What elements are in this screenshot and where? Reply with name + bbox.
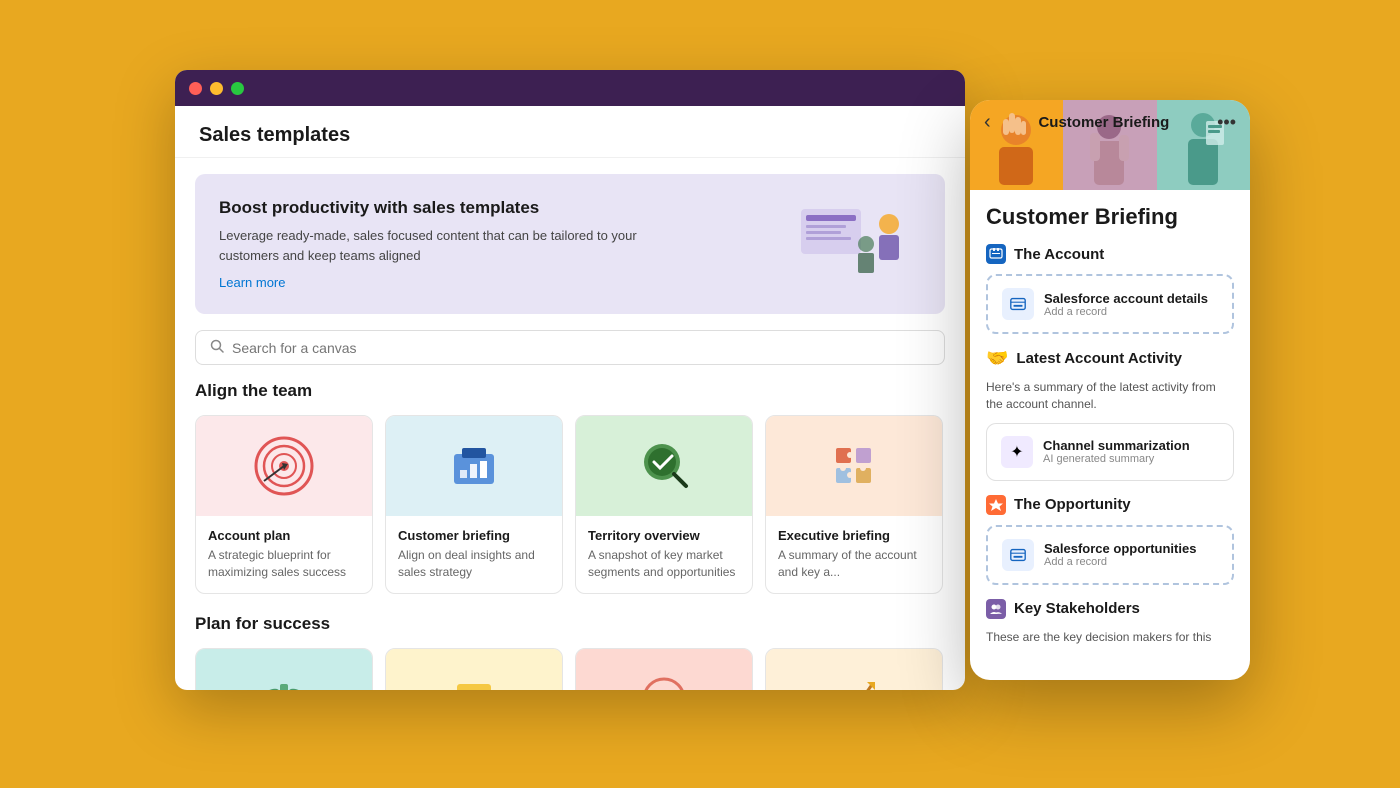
align-cards-grid: Account plan A strategic blueprint for m… [175,415,965,594]
salesforce-opp-text: Salesforce opportunities Add a record [1044,541,1196,568]
template-card-customer-briefing[interactable]: Customer briefing Align on deal insights… [385,415,563,594]
plan-card-2[interactable] [385,648,563,690]
learn-more-link[interactable]: Learn more [219,275,639,290]
close-button[interactable] [189,82,202,95]
salesforce-opp-title: Salesforce opportunities [1044,541,1196,556]
panel-header-wrapper: ‹ Customer Briefing ••• [970,100,1250,190]
salesforce-account-sub: Add a record [1044,306,1208,318]
salesforce-account-text: Salesforce account details Add a record [1044,291,1208,318]
opportunity-icon [986,495,1006,515]
maximize-button[interactable] [231,82,244,95]
salesforce-account-icon [1002,288,1034,320]
template-card-territory[interactable]: Territory overview A snapshot of key mar… [575,415,753,594]
latest-activity-header: 🤝 Latest Account Activity [986,348,1234,369]
card-image-territory [576,416,752,516]
the-account-title: The Account [1014,246,1104,263]
card-body-account-plan: Account plan A strategic blueprint for m… [196,516,372,593]
the-account-section-header: The Account [986,244,1234,264]
handshake-icon: 🤝 [986,348,1008,369]
opportunity-title: The Opportunity [1014,496,1131,513]
window-title: Sales templates [199,124,350,146]
card-image-customer-briefing [386,416,562,516]
panel-header-title: Customer Briefing [1038,114,1169,131]
channel-summarization-card[interactable]: ✦ Channel summarization AI generated sum… [986,423,1234,481]
hero-illustration [791,199,921,289]
search-bar[interactable] [195,330,945,365]
plan-cards-grid [175,648,965,690]
channel-text: Channel summarization AI generated summa… [1043,438,1190,465]
plan-card-image-1 [196,649,372,690]
plan-card-image-4 [766,649,942,690]
salesforce-opp-icon [1002,539,1034,571]
channel-sub: AI generated summary [1043,453,1190,465]
panel-more-button[interactable]: ••• [1217,112,1236,133]
salesforce-opp-sub: Add a record [1044,556,1196,568]
card-body-executive: Executive briefing A summary of the acco… [766,516,942,593]
plan-card-4[interactable] [765,648,943,690]
hero-text: Boost productivity with sales templates … [219,198,639,290]
key-stakeholders-desc: These are the key decision makers for th… [986,629,1234,646]
hero-heading: Boost productivity with sales templates [219,198,639,218]
channel-title: Channel summarization [1043,438,1190,453]
search-input[interactable] [232,340,930,356]
mobile-panel: ‹ Customer Briefing ••• Customer Briefin… [970,100,1250,680]
opportunity-section-header: The Opportunity [986,495,1234,515]
salesforce-account-title: Salesforce account details [1044,291,1208,306]
panel-back-button[interactable]: ‹ [984,111,991,134]
search-icon [210,339,224,356]
card-title-executive: Executive briefing [778,528,930,543]
plan-section-heading: Plan for success [175,614,965,634]
key-stakeholders-section: Key Stakeholders These are the key decis… [986,599,1234,646]
card-desc-customer-briefing: Align on deal insights and sales strateg… [398,547,550,581]
latest-activity-title: Latest Account Activity [1016,350,1182,367]
card-body-customer-briefing: Customer briefing Align on deal insights… [386,516,562,593]
card-desc-account-plan: A strategic blueprint for maximizing sal… [208,547,360,581]
minimize-button[interactable] [210,82,223,95]
hero-description: Leverage ready-made, sales focused conte… [219,226,639,265]
window-titlebar [175,70,965,106]
channel-icon: ✦ [1001,436,1033,468]
card-image-account-plan [196,416,372,516]
card-title-customer-briefing: Customer briefing [398,528,550,543]
panel-topbar: ‹ Customer Briefing ••• [970,100,1250,144]
card-desc-territory: A snapshot of key market segments and op… [588,547,740,581]
card-title-territory: Territory overview [588,528,740,543]
card-body-territory: Territory overview A snapshot of key mar… [576,516,752,593]
key-stakeholders-title: Key Stakeholders [1014,600,1140,617]
template-card-executive[interactable]: Executive briefing A summary of the acco… [765,415,943,594]
window-content: Sales templates Boost productivity with … [175,106,965,690]
salesforce-account-card[interactable]: Salesforce account details Add a record [986,274,1234,334]
plan-card-1[interactable] [195,648,373,690]
key-stakeholders-header: Key Stakeholders [986,599,1234,619]
template-card-account-plan[interactable]: Account plan A strategic blueprint for m… [195,415,373,594]
card-title-account-plan: Account plan [208,528,360,543]
panel-main-title: Customer Briefing [986,204,1234,230]
plan-card-3[interactable] [575,648,753,690]
latest-activity-desc: Here's a summary of the latest activity … [986,379,1234,413]
latest-activity-section: 🤝 Latest Account Activity Here's a summa… [986,348,1234,481]
desktop-window: Sales templates Boost productivity with … [175,70,965,690]
plan-card-image-2 [386,649,562,690]
stakeholders-icon [986,599,1006,619]
plan-card-image-3 [576,649,752,690]
card-desc-executive: A summary of the account and key a... [778,547,930,581]
opportunity-section: The Opportunity Salesforce opportunities… [986,495,1234,585]
hero-banner: Boost productivity with sales templates … [195,174,945,314]
panel-body: Customer Briefing The Account [970,190,1250,680]
salesforce-opportunities-card[interactable]: Salesforce opportunities Add a record [986,525,1234,585]
align-section-heading: Align the team [175,381,965,401]
window-header: Sales templates [175,106,965,158]
the-account-icon [986,244,1006,264]
card-image-executive [766,416,942,516]
